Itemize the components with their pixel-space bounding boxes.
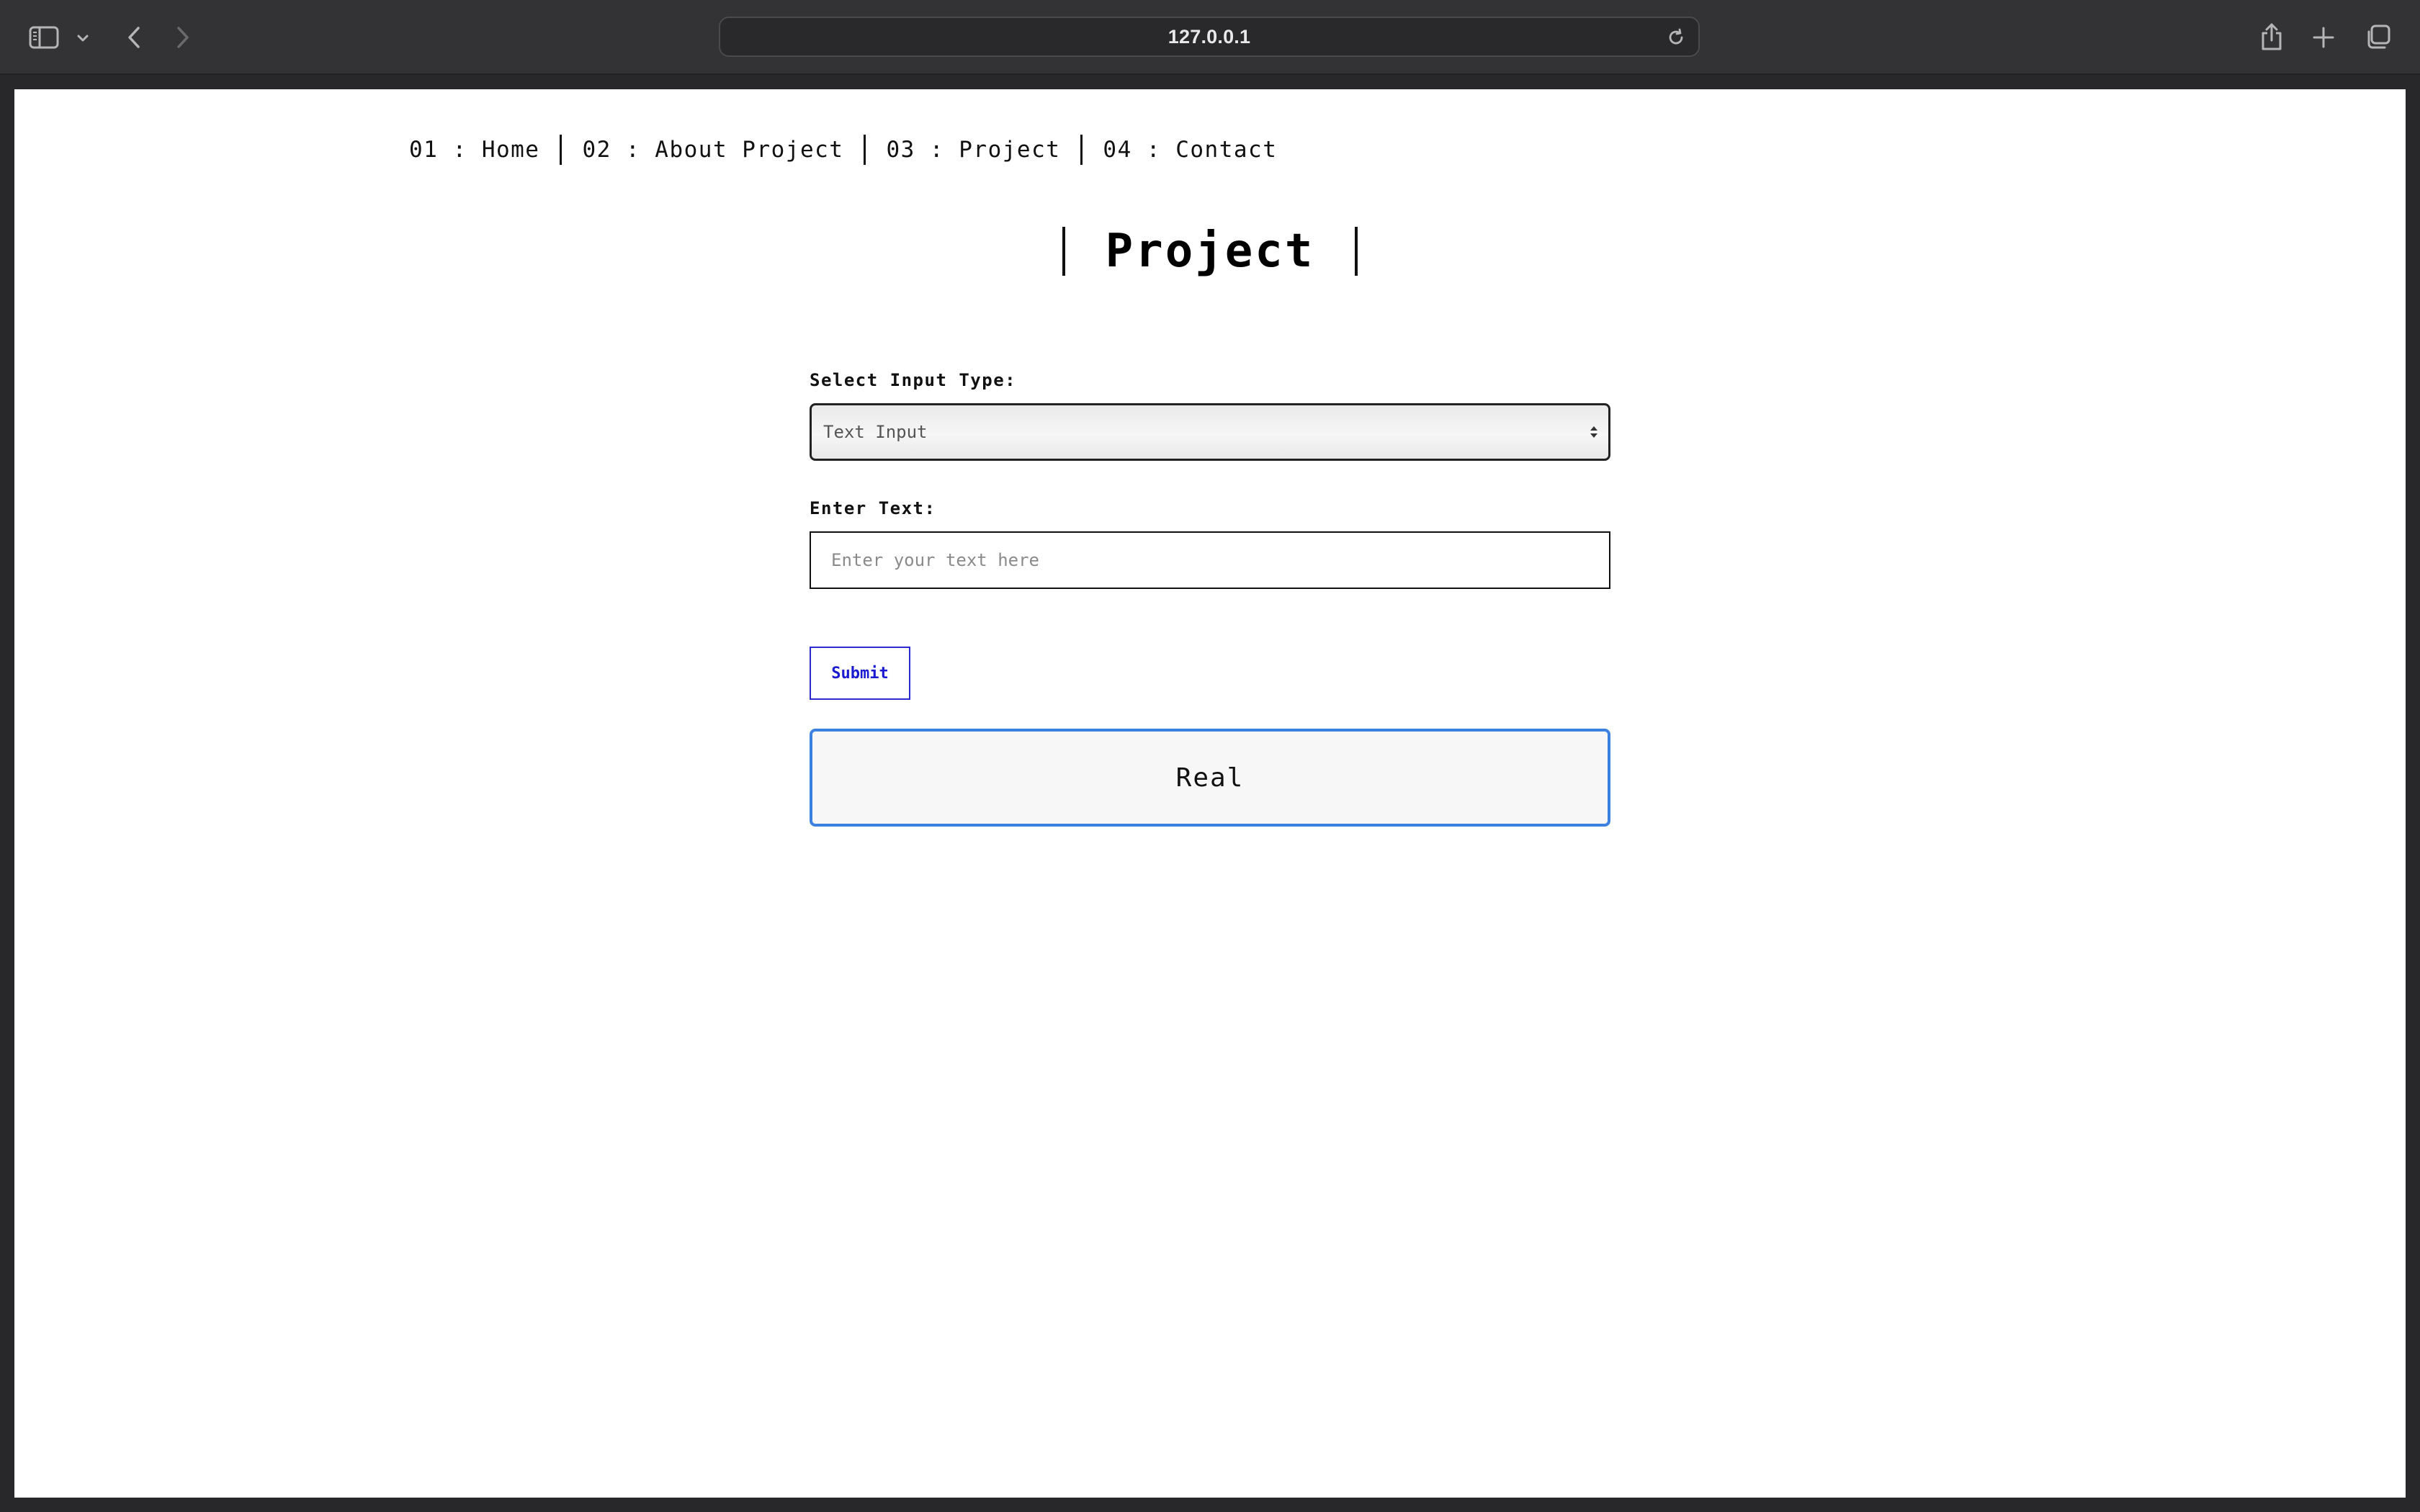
page-title: Project [14,225,2406,278]
web-viewport: 01 : Home 02 : About Project 03 : Projec… [14,89,2406,1498]
title-left-bar [1062,227,1065,276]
page-title-text: Project [1105,225,1315,278]
result-text: Real [1175,762,1245,793]
chevron-down-icon[interactable] [72,27,94,49]
share-icon[interactable] [2256,19,2287,55]
nav-link-project[interactable]: 03 : Project [886,137,1060,163]
nav-link-about-project[interactable]: 02 : About Project [582,137,843,163]
nav-divider [1080,135,1083,165]
chevron-right-icon[interactable] [169,22,197,53]
plus-icon[interactable] [2308,22,2339,53]
nav-divider [560,135,563,165]
select-input-type-label: Select Input Type: [810,370,1017,390]
address-bar[interactable]: 127.0.0.1 [719,17,1700,57]
reload-icon[interactable] [1664,25,1688,50]
text-input-field[interactable] [810,531,1610,589]
nav-link-home[interactable]: 01 : Home [409,137,539,163]
input-form: Select Input Type: Text Input Enter Text… [810,370,1610,827]
sidebar-icon[interactable] [27,23,60,52]
input-type-select[interactable]: Text Input [810,403,1610,461]
tabs-icon[interactable] [2361,22,2394,53]
chevron-left-icon[interactable] [120,22,148,53]
url-text: 127.0.0.1 [1168,25,1251,48]
input-type-selected-value: Text Input [823,422,928,442]
select-arrows-icon [1590,425,1598,439]
enter-text-label: Enter Text: [810,498,936,518]
result-box: Real [810,729,1610,827]
browser-toolbar: 127.0.0.1 [0,0,2420,75]
nav-divider [864,135,866,165]
submit-button[interactable]: Submit [810,647,910,700]
nav-link-contact[interactable]: 04 : Contact [1103,137,1277,163]
title-right-bar [1355,227,1358,276]
top-nav: 01 : Home 02 : About Project 03 : Projec… [409,132,1277,167]
